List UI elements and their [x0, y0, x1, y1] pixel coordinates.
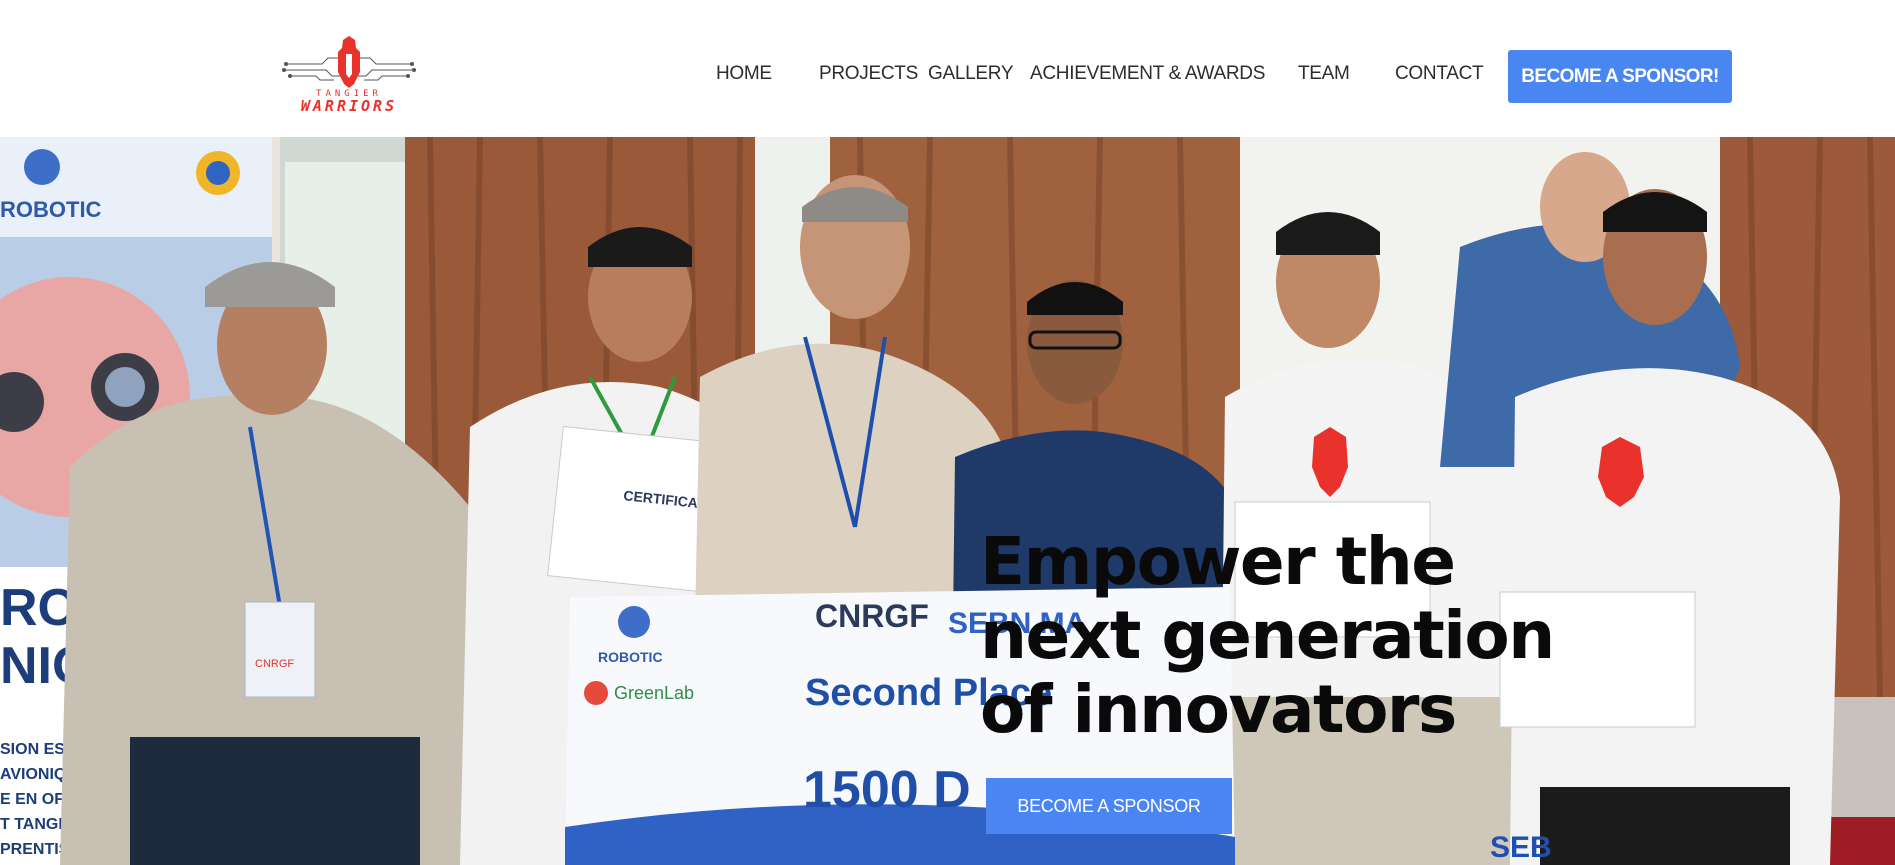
hero-team-photo: ROBOTIC ROB NIQU SION EST DE PRO AVIONIQ…: [0, 137, 1895, 865]
nav-team[interactable]: TEAM: [1298, 63, 1350, 85]
site-header: TANGIER WARRIORS HOME PROJECTS GALLERY A…: [0, 0, 1895, 137]
svg-text:CNRGF: CNRGF: [815, 598, 929, 634]
become-sponsor-hero-button[interactable]: BECOME A SPONSOR: [986, 778, 1232, 834]
hero-title: Empower the next generation of innovator…: [980, 523, 1555, 748]
nav-achievement-awards[interactable]: ACHIEVEMENT & AWARDS: [1030, 63, 1265, 85]
nav-projects[interactable]: PROJECTS: [819, 63, 918, 85]
svg-text:SEB: SEB: [1490, 831, 1552, 864]
svg-text:1500 D: 1500 D: [803, 761, 971, 819]
become-sponsor-header-button[interactable]: BECOME A SPONSOR!: [1508, 50, 1732, 103]
nav-contact[interactable]: CONTACT: [1395, 63, 1484, 85]
logo-main-text: WARRIORS: [300, 97, 398, 115]
site-logo[interactable]: TANGIER WARRIORS: [282, 34, 416, 116]
hero-section: ROBOTIC ROB NIQU SION EST DE PRO AVIONIQ…: [0, 137, 1895, 865]
nav-home[interactable]: HOME: [716, 63, 772, 85]
svg-text:ROBOTIC: ROBOTIC: [0, 197, 102, 222]
nav-gallery[interactable]: GALLERY: [928, 63, 1014, 85]
svg-text:GreenLab: GreenLab: [614, 683, 694, 703]
svg-text:CNRGF: CNRGF: [255, 658, 294, 670]
svg-text:ROBOTIC: ROBOTIC: [598, 649, 663, 665]
